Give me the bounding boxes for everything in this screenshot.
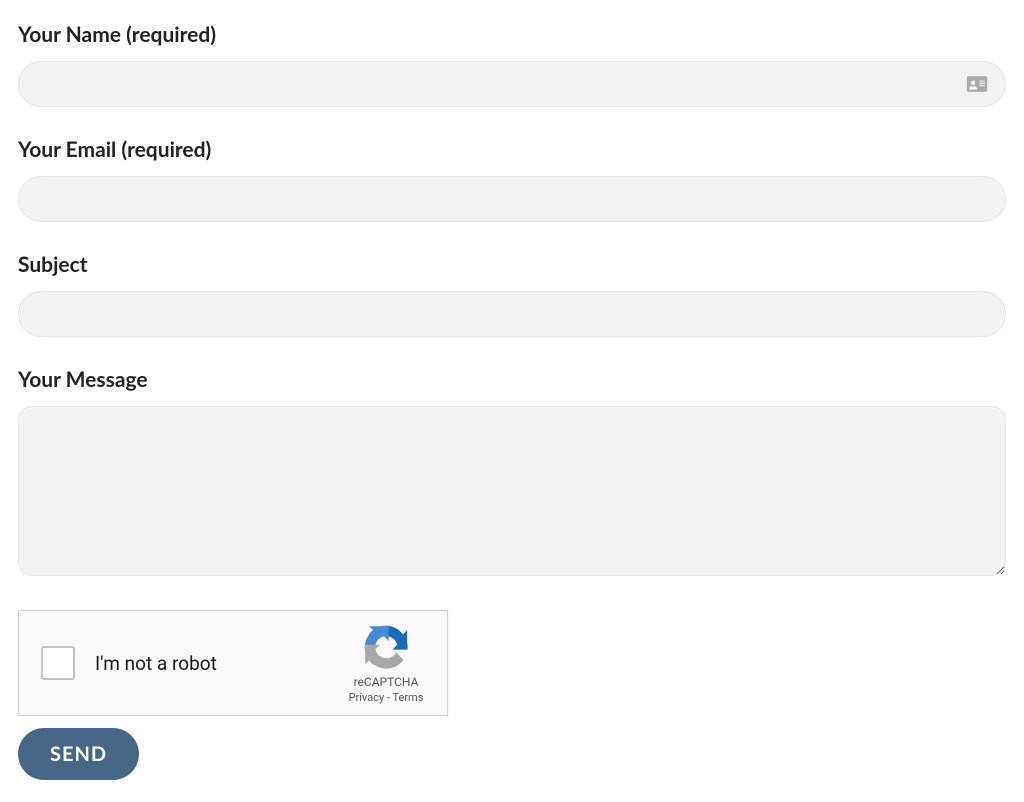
name-input[interactable] xyxy=(18,61,1006,107)
recaptcha-checkbox[interactable] xyxy=(41,646,75,680)
recaptcha-brand-text: reCAPTCHA xyxy=(354,675,419,689)
email-input-wrap xyxy=(18,176,1006,222)
recaptcha-icon xyxy=(362,623,410,671)
message-label: Your Message xyxy=(18,367,1006,392)
subject-label: Subject xyxy=(18,252,1006,277)
recaptcha-widget: I'm not a robot reCAPTCHA Privacy - Term… xyxy=(18,610,448,716)
subject-input[interactable] xyxy=(18,291,1006,337)
name-input-wrap xyxy=(18,61,1006,107)
name-label: Your Name (required) xyxy=(18,22,1006,47)
subject-field-group: Subject xyxy=(18,252,1006,337)
id-card-icon xyxy=(966,75,988,93)
recaptcha-terms-link[interactable]: Terms xyxy=(392,691,423,704)
send-button[interactable]: SEND xyxy=(18,728,139,780)
email-label: Your Email (required) xyxy=(18,137,1006,162)
message-field-group: Your Message xyxy=(18,367,1006,580)
message-textarea[interactable] xyxy=(18,406,1006,576)
email-field-group: Your Email (required) xyxy=(18,137,1006,222)
email-input[interactable] xyxy=(18,176,1006,222)
recaptcha-privacy-link[interactable]: Privacy xyxy=(349,691,385,704)
recaptcha-legal-links: Privacy - Terms xyxy=(349,691,424,704)
recaptcha-branding: reCAPTCHA Privacy - Terms xyxy=(341,623,431,704)
name-field-group: Your Name (required) xyxy=(18,22,1006,107)
subject-input-wrap xyxy=(18,291,1006,337)
recaptcha-prompt: I'm not a robot xyxy=(95,652,341,675)
